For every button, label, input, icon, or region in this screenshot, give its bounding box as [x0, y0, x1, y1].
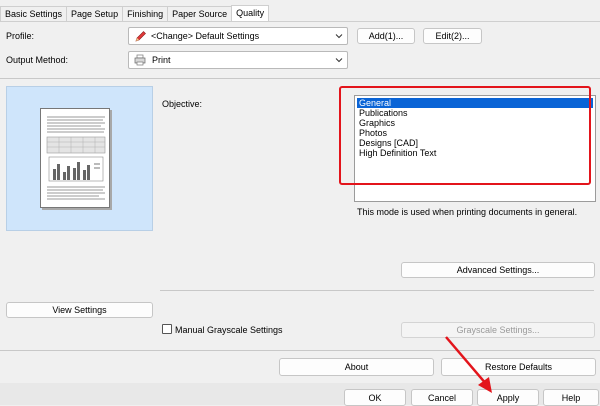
- output-method-select[interactable]: Print: [128, 51, 348, 69]
- objective-description: This mode is used when printing document…: [357, 207, 578, 217]
- profile-value: <Change> Default Settings: [151, 31, 260, 41]
- profile-label: Profile:: [6, 31, 35, 41]
- printer-icon: [134, 54, 146, 66]
- objective-item-photos[interactable]: Photos: [357, 128, 387, 138]
- tab-page-setup[interactable]: Page Setup: [66, 6, 124, 21]
- print-preview: [6, 86, 153, 231]
- manual-grayscale-label: Manual Grayscale Settings: [175, 325, 283, 335]
- tab-bar: Basic Settings Page Setup Finishing Pape…: [0, 5, 270, 21]
- help-button[interactable]: Help: [543, 389, 599, 406]
- objective-listbox[interactable]: General Publications Graphics Photos Des…: [354, 95, 596, 202]
- separator: [0, 78, 600, 79]
- output-method-label: Output Method:: [6, 55, 69, 65]
- profile-select[interactable]: <Change> Default Settings: [128, 27, 348, 45]
- tab-quality[interactable]: Quality: [231, 5, 270, 21]
- objective-item-high-definition-text[interactable]: High Definition Text: [357, 148, 436, 158]
- objective-item-designs-cad[interactable]: Designs [CAD]: [357, 138, 418, 148]
- objective-item-publications[interactable]: Publications: [357, 108, 408, 118]
- about-button[interactable]: About: [279, 358, 434, 376]
- objective-label: Objective:: [162, 99, 203, 109]
- objective-item-general[interactable]: General: [357, 98, 593, 108]
- view-settings-button[interactable]: View Settings: [6, 302, 153, 318]
- add-profile-button[interactable]: Add(1)...: [357, 28, 415, 44]
- tab-finishing[interactable]: Finishing: [122, 6, 169, 21]
- separator: [0, 350, 600, 351]
- arrow-annotation-icon: [445, 336, 492, 393]
- pencil-icon: [134, 30, 147, 43]
- output-method-value: Print: [152, 55, 171, 65]
- ok-button[interactable]: OK: [344, 389, 406, 406]
- objective-item-graphics[interactable]: Graphics: [357, 118, 395, 128]
- advanced-settings-button[interactable]: Advanced Settings...: [401, 262, 595, 278]
- page-preview-icon: [40, 108, 110, 208]
- edit-profile-button[interactable]: Edit(2)...: [423, 28, 482, 44]
- manual-grayscale-checkbox[interactable]: [162, 324, 172, 334]
- tab-paper-source[interactable]: Paper Source: [167, 6, 233, 21]
- tab-basic-settings[interactable]: Basic Settings: [0, 6, 68, 21]
- chevron-down-icon: [335, 58, 343, 63]
- separator: [160, 290, 594, 291]
- chevron-down-icon: [335, 34, 343, 39]
- tab-divider: [0, 21, 600, 22]
